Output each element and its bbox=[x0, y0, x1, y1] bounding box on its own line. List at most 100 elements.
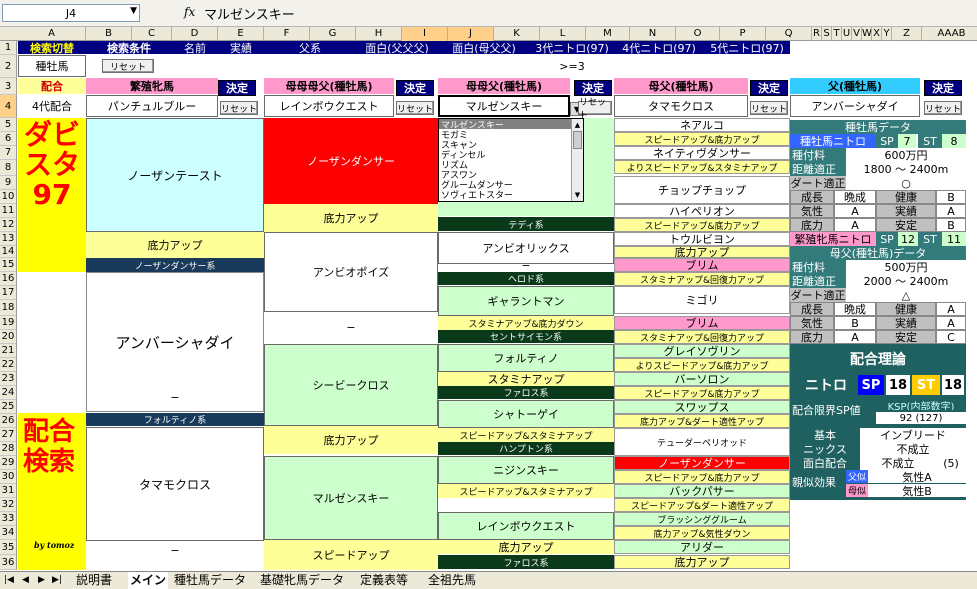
dropdown-option[interactable]: ディンセル bbox=[439, 149, 571, 160]
search-mode-cell[interactable]: 種牡馬 bbox=[18, 55, 86, 77]
row-header[interactable]: 7 bbox=[0, 146, 17, 160]
mare-input[interactable]: パンチュルブルー bbox=[86, 95, 218, 117]
reset-button-mare[interactable]: リセット bbox=[220, 101, 258, 115]
column-header[interactable]: C bbox=[132, 27, 172, 41]
column-header[interactable]: AAAB bbox=[922, 27, 977, 41]
column-header[interactable]: F bbox=[264, 27, 310, 41]
row-header[interactable]: 19 bbox=[0, 316, 17, 330]
column-header[interactable]: Q bbox=[766, 27, 812, 41]
row-header[interactable]: 6 bbox=[0, 132, 17, 146]
row-header[interactable]: 10 bbox=[0, 190, 17, 204]
row-header[interactable]: 12 bbox=[0, 218, 17, 232]
dropdown-option[interactable]: アスワン bbox=[439, 169, 571, 180]
row-header[interactable]: 5 bbox=[0, 118, 17, 132]
column-header[interactable]: B bbox=[86, 27, 132, 41]
decide-button-mmf[interactable]: 決定 bbox=[574, 80, 612, 96]
row-header[interactable]: 9 bbox=[0, 176, 17, 190]
reset-button-search[interactable]: リセット bbox=[102, 59, 154, 73]
row-header[interactable]: 24 bbox=[0, 386, 17, 400]
row-header[interactable]: 31 bbox=[0, 484, 17, 498]
tab-sire-data[interactable]: 種牡馬データ bbox=[172, 572, 248, 589]
row-header[interactable]: 16 bbox=[0, 272, 17, 286]
row-header[interactable]: 23 bbox=[0, 372, 17, 386]
row-header[interactable]: 30 bbox=[0, 470, 17, 484]
row-header[interactable]: 1 bbox=[0, 41, 17, 55]
column-header[interactable]: V bbox=[852, 27, 862, 41]
tab-nav-first[interactable]: |◀ bbox=[2, 572, 16, 589]
column-header[interactable]: D bbox=[172, 27, 218, 41]
decide-button-sire[interactable]: 決定 bbox=[924, 80, 962, 96]
column-header[interactable]: O bbox=[676, 27, 720, 41]
dropdown-list[interactable]: マルゼンスキー モガミ スキャン ディンセル リズム アスワン グルームダンサー ソヴィエトス… bbox=[438, 118, 584, 202]
row-header[interactable]: 34 bbox=[0, 526, 17, 540]
mf-input[interactable]: タマモクロス bbox=[614, 95, 748, 117]
scroll-down-icon[interactable]: ▼ bbox=[572, 189, 583, 200]
scroll-up-icon[interactable]: ▲ bbox=[572, 119, 583, 130]
reset-button-mmmf[interactable]: リセット bbox=[396, 101, 434, 115]
column-header[interactable]: N bbox=[630, 27, 676, 41]
scroll-thumb[interactable] bbox=[573, 131, 582, 149]
row-header[interactable]: 36 bbox=[0, 555, 17, 570]
tab-all-ancestors[interactable]: 全祖先馬 bbox=[426, 572, 478, 589]
row-header[interactable]: 22 bbox=[0, 358, 17, 372]
mmmf-input[interactable]: レインボウクエスト bbox=[264, 95, 394, 117]
row-header[interactable]: 27 bbox=[0, 428, 17, 442]
column-header[interactable]: G bbox=[310, 27, 356, 41]
row-header[interactable]: 26 bbox=[0, 414, 17, 428]
row-header[interactable]: 18 bbox=[0, 300, 17, 316]
column-header[interactable]: Y bbox=[882, 27, 892, 41]
row-header[interactable]: 35 bbox=[0, 540, 17, 555]
column-header[interactable]: A bbox=[18, 27, 86, 41]
row-header[interactable]: 4 bbox=[0, 95, 17, 118]
dropdown-option[interactable]: グルームダンサー bbox=[439, 179, 571, 190]
dropdown-scrollbar[interactable]: ▲ ▼ bbox=[571, 119, 583, 201]
tab-main[interactable]: メイン bbox=[128, 572, 169, 589]
dropdown-option[interactable]: マルゼンスキー bbox=[439, 119, 571, 129]
row-header[interactable]: 15 bbox=[0, 258, 17, 272]
name-box[interactable]: J4 ▼ bbox=[2, 4, 140, 22]
row-header[interactable]: 32 bbox=[0, 498, 17, 512]
column-header[interactable]: L bbox=[540, 27, 586, 41]
tab-nav-last[interactable]: ▶| bbox=[50, 572, 64, 589]
column-header[interactable]: H bbox=[356, 27, 402, 41]
dropdown-option[interactable]: ソヴィエトスター bbox=[439, 189, 571, 200]
column-header[interactable]: J bbox=[448, 27, 494, 41]
column-header[interactable]: P bbox=[720, 27, 766, 41]
row-header[interactable]: 29 bbox=[0, 456, 17, 470]
nitro3-cond[interactable]: >=3 bbox=[530, 55, 614, 77]
column-header[interactable]: I bbox=[402, 27, 448, 41]
row-header[interactable]: 14 bbox=[0, 246, 17, 258]
decide-button-mf[interactable]: 決定 bbox=[750, 80, 788, 96]
mmf-input[interactable]: マルゼンスキー bbox=[438, 95, 570, 117]
column-header[interactable]: W bbox=[862, 27, 872, 41]
row-header[interactable]: 20 bbox=[0, 330, 17, 344]
column-header[interactable]: K bbox=[494, 27, 540, 41]
column-header[interactable]: R bbox=[812, 27, 822, 41]
dropdown-option[interactable]: モガミ bbox=[439, 129, 571, 140]
decide-button-mare[interactable]: 決定 bbox=[218, 80, 256, 96]
row-header[interactable]: 21 bbox=[0, 344, 17, 358]
row-header[interactable]: 25 bbox=[0, 400, 17, 414]
formula-input[interactable]: マルゼンスキー bbox=[204, 4, 295, 23]
tab-nav-next[interactable]: ▶ bbox=[36, 572, 47, 589]
column-header[interactable]: S bbox=[822, 27, 832, 41]
decide-button-mmmf[interactable]: 決定 bbox=[396, 80, 434, 96]
reset-button-mf[interactable]: リセット bbox=[750, 101, 788, 115]
column-header[interactable]: T bbox=[832, 27, 842, 41]
reset-button-mmf[interactable]: リセット bbox=[578, 98, 612, 121]
row-header[interactable]: 8 bbox=[0, 160, 17, 176]
column-header[interactable]: U bbox=[842, 27, 852, 41]
dropdown-option[interactable]: リズム bbox=[439, 159, 571, 170]
row-header[interactable]: 33 bbox=[0, 512, 17, 526]
row-header[interactable]: 17 bbox=[0, 286, 17, 300]
reset-button-sire[interactable]: リセット bbox=[924, 101, 962, 115]
row-header[interactable]: 13 bbox=[0, 232, 17, 246]
column-header[interactable]: Z bbox=[892, 27, 922, 41]
tab-base-mare-data[interactable]: 基礎牝馬データ bbox=[258, 572, 346, 589]
row-header[interactable]: 28 bbox=[0, 442, 17, 456]
dropdown-option[interactable]: スキャン bbox=[439, 139, 571, 150]
tab-definitions[interactable]: 定義表等 bbox=[358, 572, 410, 589]
tab-nav-prev[interactable]: ◀ bbox=[20, 572, 31, 589]
chevron-down-icon[interactable]: ▼ bbox=[130, 6, 137, 16]
row-header[interactable]: 11 bbox=[0, 204, 17, 218]
